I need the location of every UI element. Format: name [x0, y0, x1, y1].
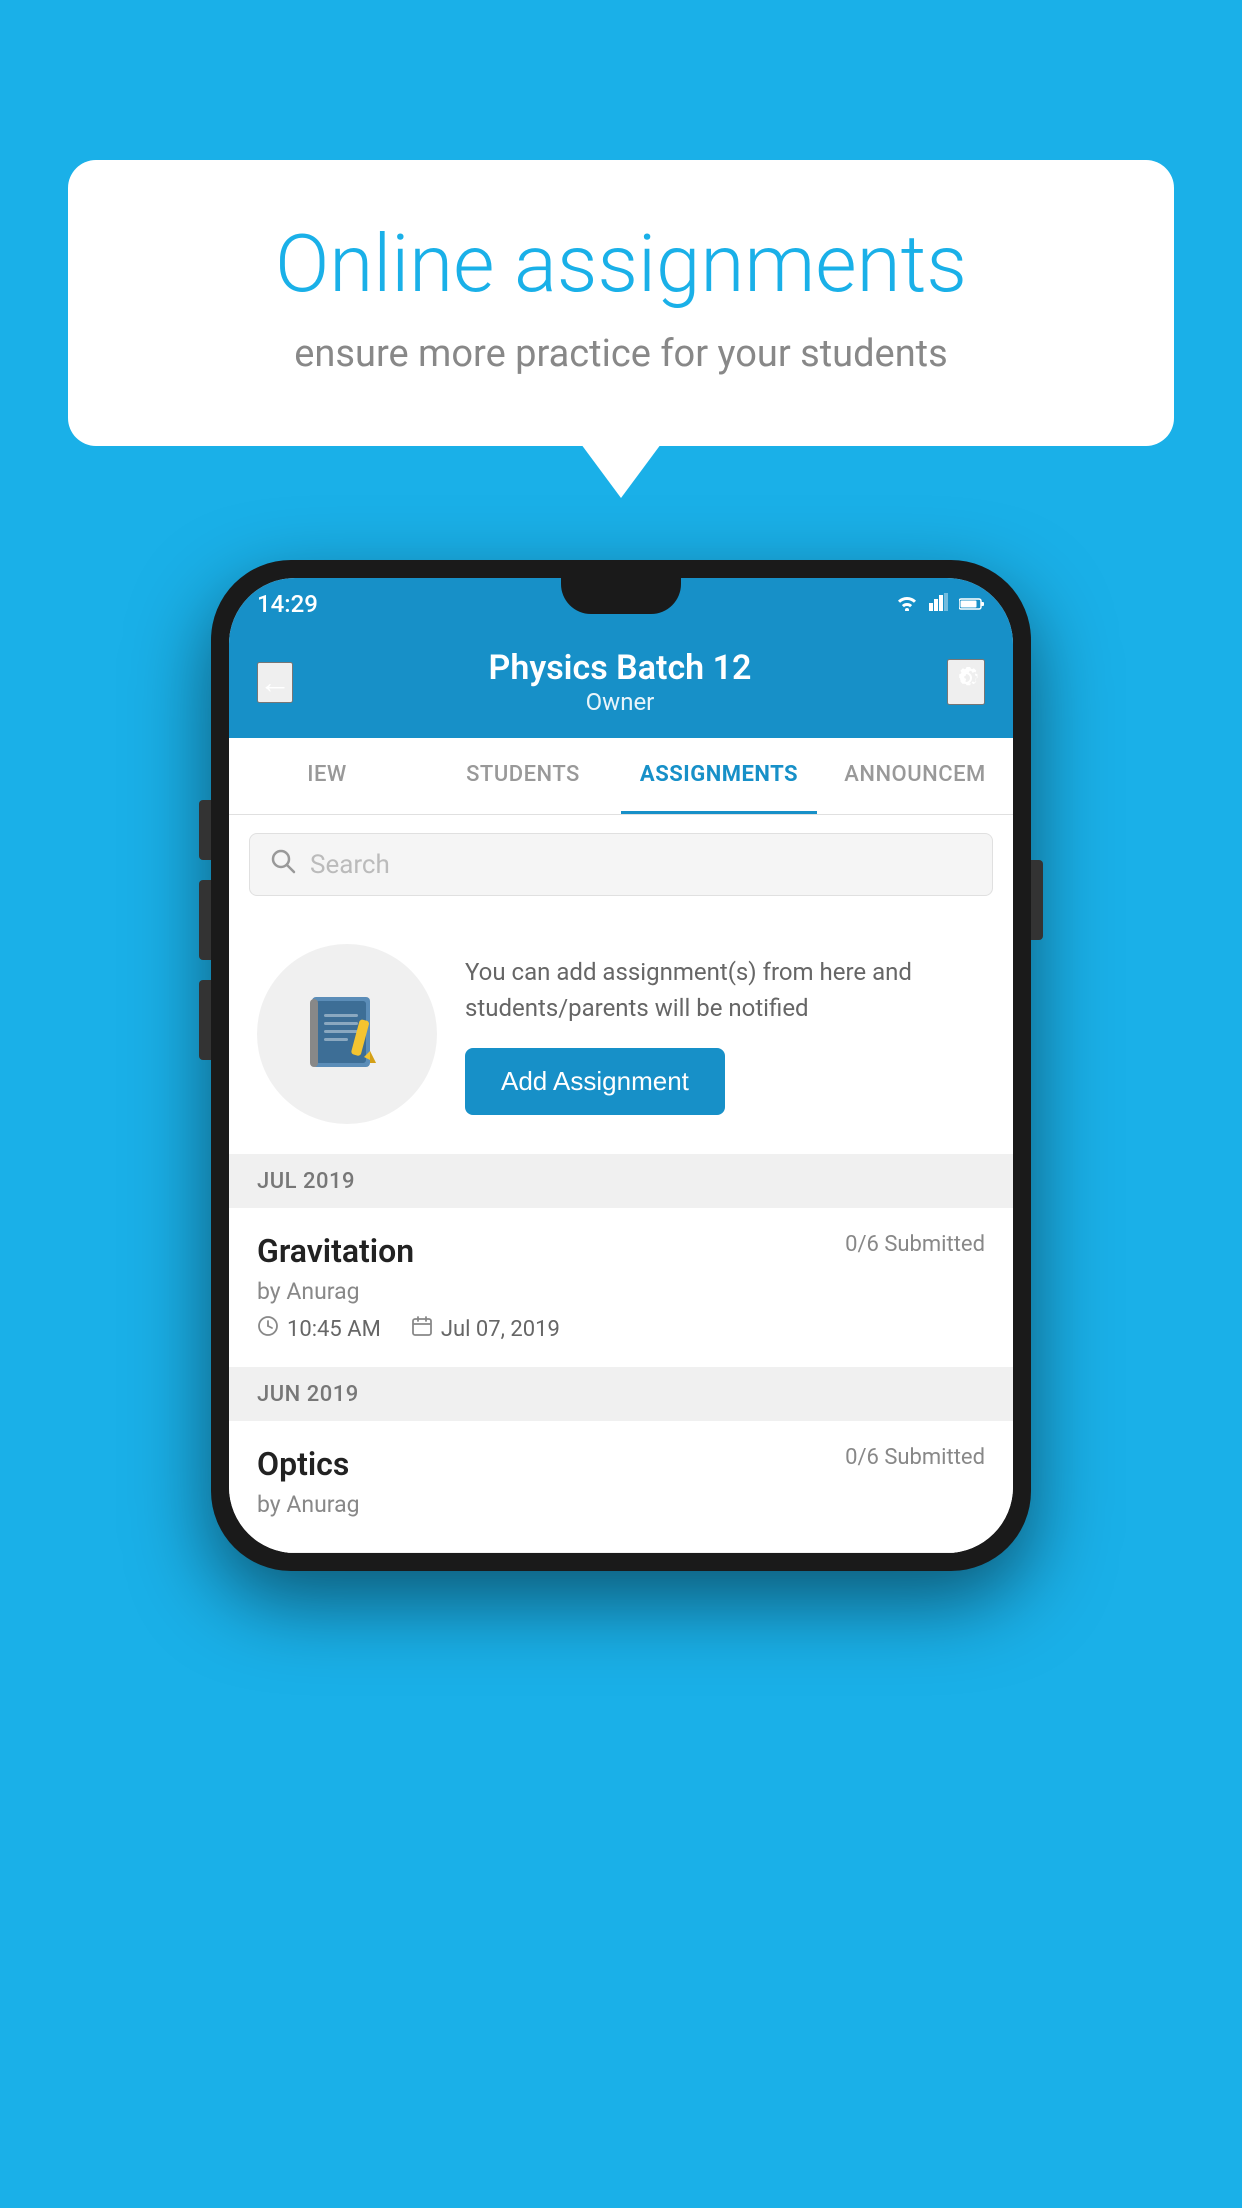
- tabs-container: IEW STUDENTS ASSIGNMENTS ANNOUNCEM: [229, 738, 1013, 815]
- speech-bubble-container: Online assignments ensure more practice …: [68, 160, 1174, 446]
- wifi-icon: [895, 592, 919, 616]
- month-separator-jun: JUN 2019: [229, 1368, 1013, 1421]
- time-value: 10:45 AM: [287, 1317, 381, 1342]
- status-icons: [895, 592, 985, 616]
- search-bar[interactable]: Search: [249, 833, 993, 896]
- phone-device: 14:29: [211, 560, 1031, 1571]
- search-icon: [270, 848, 296, 881]
- optics-submitted: 0/6 Submitted: [845, 1445, 985, 1470]
- assignment-top-optics: Optics 0/6 Submitted: [257, 1445, 985, 1483]
- tab-announcements[interactable]: ANNOUNCEM: [817, 738, 1013, 814]
- date-value: Jul 07, 2019: [441, 1317, 560, 1342]
- search-placeholder: Search: [310, 850, 390, 880]
- phone-power-button: [1031, 860, 1043, 940]
- assignment-meta: 10:45 AM Jul 07, 2019: [257, 1315, 985, 1343]
- signal-icon: [929, 592, 949, 616]
- header-subtitle: Owner: [489, 688, 752, 716]
- header-center: Physics Batch 12 Owner: [489, 648, 752, 716]
- battery-icon: [959, 592, 985, 616]
- phone-volume-up: [199, 880, 211, 960]
- promo-icon: [257, 944, 437, 1124]
- assignment-item-optics[interactable]: Optics 0/6 Submitted by Anurag: [229, 1421, 1013, 1553]
- assignment-name: Gravitation: [257, 1232, 414, 1270]
- bubble-title: Online assignments: [138, 220, 1104, 308]
- tab-assignments[interactable]: ASSIGNMENTS: [621, 738, 817, 814]
- phone-volume-mute: [199, 800, 211, 860]
- optics-name: Optics: [257, 1445, 349, 1483]
- phone-volume-down: [199, 980, 211, 1060]
- assignment-author: by Anurag: [257, 1278, 985, 1305]
- phone-screen: 14:29: [229, 578, 1013, 1553]
- app-header: ← Physics Batch 12 Owner: [229, 630, 1013, 738]
- settings-button[interactable]: [947, 659, 985, 705]
- tab-students[interactable]: STUDENTS: [425, 738, 621, 814]
- bubble-subtitle: ensure more practice for your students: [138, 332, 1104, 376]
- search-container: Search: [229, 815, 1013, 914]
- header-title: Physics Batch 12: [489, 648, 752, 688]
- assignment-time: 10:45 AM: [257, 1315, 381, 1343]
- back-button[interactable]: ←: [257, 662, 293, 703]
- tab-iew[interactable]: IEW: [229, 738, 425, 814]
- assignment-item-gravitation[interactable]: Gravitation 0/6 Submitted by Anurag: [229, 1208, 1013, 1368]
- calendar-icon: [411, 1315, 433, 1343]
- month-separator-jul: JUL 2019: [229, 1155, 1013, 1208]
- speech-bubble: Online assignments ensure more practice …: [68, 160, 1174, 446]
- notch: [561, 578, 681, 614]
- status-bar: 14:29: [229, 578, 1013, 630]
- assignment-date: Jul 07, 2019: [411, 1315, 560, 1343]
- phone-outer: 14:29: [211, 560, 1031, 1571]
- promo-section: You can add assignment(s) from here and …: [229, 914, 1013, 1155]
- add-assignment-button[interactable]: Add Assignment: [465, 1048, 725, 1115]
- assignment-top: Gravitation 0/6 Submitted: [257, 1232, 985, 1270]
- status-time: 14:29: [257, 590, 318, 618]
- assignment-submitted: 0/6 Submitted: [845, 1232, 985, 1257]
- promo-content: You can add assignment(s) from here and …: [465, 954, 985, 1115]
- optics-author: by Anurag: [257, 1491, 985, 1518]
- clock-icon: [257, 1315, 279, 1343]
- promo-text: You can add assignment(s) from here and …: [465, 954, 985, 1026]
